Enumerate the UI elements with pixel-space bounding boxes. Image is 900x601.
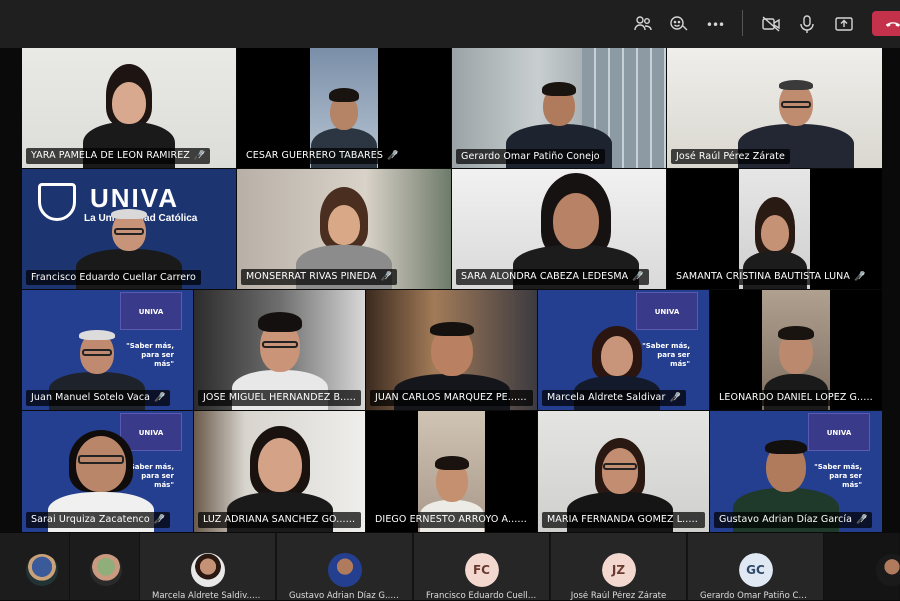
- video-tile[interactable]: UNIVA "Saber más, para ser más" Gustavo …: [710, 411, 882, 532]
- initials-avatar: GC: [738, 553, 773, 587]
- video-tile[interactable]: SAMANTA CRISTINA BAUTISTA LUNA 🎤̸: [667, 169, 882, 289]
- participant-name-label: JOSE MIGUEL HERNANDEZ B...🎤̸: [198, 390, 361, 406]
- video-grid: YARA PAMELA DE LEON RAMIREZ 🎤̸ CESAR GUER…: [22, 48, 882, 532]
- participant-name-label: Gerardo Omar Patiño Conejo: [456, 149, 605, 164]
- video-tile[interactable]: UNIVA La Universidad Católica Francisco …: [22, 169, 236, 289]
- avatar: [190, 553, 225, 587]
- participant-name-label: LEONARDO DANIEL LOPEZ G...🎤̸: [714, 390, 878, 406]
- mic-muted-icon: 🎤̸: [154, 393, 166, 403]
- more-icon: •••: [705, 18, 725, 32]
- participant-name-label: Gustavo Adrian Díaz García 🎤̸: [714, 512, 873, 528]
- mic-muted-icon: 🎤̸: [632, 272, 644, 282]
- reactions-icon[interactable]: [667, 12, 691, 36]
- avatar: JZ: [601, 553, 636, 587]
- participant-name-label: CESAR GUERRERO TABARES 🎤̸: [241, 148, 404, 164]
- video-tile[interactable]: UNIVA "Saber más, para ser más" Sarai Ur…: [22, 411, 193, 532]
- camera-off-icon[interactable]: [759, 12, 783, 36]
- video-tile[interactable]: DIEGO ERNESTO ARROYO A... 🎤̸: [366, 411, 537, 532]
- toolbar-divider: [742, 10, 743, 36]
- meeting-toolbar: •••: [0, 0, 900, 48]
- video-tile[interactable]: YARA PAMELA DE LEON RAMIREZ 🎤̸: [22, 48, 236, 168]
- video-tile[interactable]: Gerardo Omar Patiño Conejo: [452, 48, 666, 168]
- participant-name-label: SAMANTA CRISTINA BAUTISTA LUNA 🎤̸: [671, 269, 871, 285]
- share-tray-icon[interactable]: [832, 12, 856, 36]
- initials-avatar: JZ: [601, 553, 636, 587]
- participant-thumbnail[interactable]: GC Gerardo Omar Patiño Con...: [688, 533, 824, 601]
- participant-name-label: Sarai Urquiza Zacatenco 🎤̸: [26, 512, 171, 528]
- mic-icon[interactable]: [795, 12, 819, 36]
- participant-name-label: MARIA FERNANDA GOMEZ L...🎤̸: [542, 512, 705, 528]
- video-tile[interactable]: CESAR GUERRERO TABARES 🎤̸: [237, 48, 451, 168]
- mic-muted-icon: 🎤̸: [387, 151, 399, 161]
- hangup-icon: [885, 22, 900, 27]
- univa-shield-logo: [38, 183, 76, 221]
- participant-name-label: JUAN CARLOS MARQUEZ PE... 🎤̸: [370, 390, 533, 406]
- participant-thumbnail[interactable]: Marcela Aldrete Saldiv... 🎤̸: [140, 533, 276, 601]
- participant-name-label: LUZ ADRIANA SANCHEZ GO... 🎤̸: [198, 512, 361, 528]
- participant-name-label: Marcela Aldrete Saldivar 🎤̸: [542, 390, 686, 406]
- participant-name-label: SARA ALONDRA CABEZA LEDESMA 🎤̸: [456, 269, 649, 285]
- video-tile[interactable]: MARIA FERNANDA GOMEZ L...🎤̸: [538, 411, 709, 532]
- mic-muted-icon: 🎤̸: [193, 151, 206, 161]
- mic-muted-icon: 🎤̸: [853, 272, 866, 282]
- participant-name-label: YARA PAMELA DE LEON RAMIREZ 🎤̸: [26, 148, 211, 164]
- mic-muted-icon: 🎤̸: [856, 515, 868, 525]
- participant-name-label: Juan Manuel Sotelo Vaca 🎤̸: [26, 390, 171, 406]
- avatar: GC: [738, 553, 773, 587]
- video-tile[interactable]: UNIVA "Saber más, para ser más" Marcela …: [538, 290, 709, 410]
- leave-call-button[interactable]: [872, 11, 900, 36]
- video-tile[interactable]: MONSERRAT RIVAS PINEDA 🎤̸: [237, 169, 451, 289]
- participant-overflow-strip: Marcela Aldrete Saldiv... 🎤̸ Gustavo Adr…: [0, 533, 900, 601]
- avatar: [26, 554, 58, 586]
- video-tile[interactable]: UNIVA "Saber más, para ser más" Juan Man…: [22, 290, 193, 410]
- initials-avatar: FC: [464, 553, 499, 587]
- participant-name-label: José Raúl Pérez Zárate: [671, 149, 790, 164]
- mic-muted-icon: 🎤̸: [380, 272, 392, 282]
- participant-name-label: MONSERRAT RIVAS PINEDA 🎤̸: [241, 269, 397, 285]
- participant-thumbnail[interactable]: [70, 533, 140, 600]
- video-tile[interactable]: JUAN CARLOS MARQUEZ PE... 🎤̸: [366, 290, 537, 410]
- video-tile[interactable]: LUZ ADRIANA SANCHEZ GO... 🎤̸: [194, 411, 365, 532]
- participant-name-label: DIEGO ERNESTO ARROYO A... 🎤̸: [370, 512, 533, 528]
- people-icon[interactable]: [631, 12, 655, 36]
- video-tile[interactable]: LEONARDO DANIEL LOPEZ G...🎤̸: [710, 290, 882, 410]
- avatar: [90, 554, 122, 586]
- video-tile[interactable]: José Raúl Pérez Zárate: [667, 48, 882, 168]
- avatar: [327, 553, 362, 587]
- video-tile[interactable]: JOSE MIGUEL HERNANDEZ B...🎤̸: [194, 290, 365, 410]
- participant-thumbnail[interactable]: Gustavo Adrian Díaz G... 🎤̸: [277, 533, 413, 601]
- mic-muted-icon: 🎤̸: [669, 393, 681, 403]
- participant-thumbnail[interactable]: [0, 533, 70, 600]
- avatar: FC: [464, 553, 499, 587]
- video-tile[interactable]: SARA ALONDRA CABEZA LEDESMA 🎤̸: [452, 169, 666, 289]
- participant-thumbnail[interactable]: [825, 533, 900, 600]
- participant-thumbnail[interactable]: FC Francisco Eduardo Cuellar ...: [414, 533, 550, 601]
- more-options-button[interactable]: •••: [703, 12, 727, 36]
- avatar: [876, 554, 900, 586]
- mic-muted-icon: 🎤̸: [153, 515, 166, 525]
- participant-name-label: Francisco Eduardo Cuellar Carrero: [26, 270, 201, 285]
- participant-thumbnail[interactable]: JZ José Raúl Pérez Zárate: [551, 533, 687, 601]
